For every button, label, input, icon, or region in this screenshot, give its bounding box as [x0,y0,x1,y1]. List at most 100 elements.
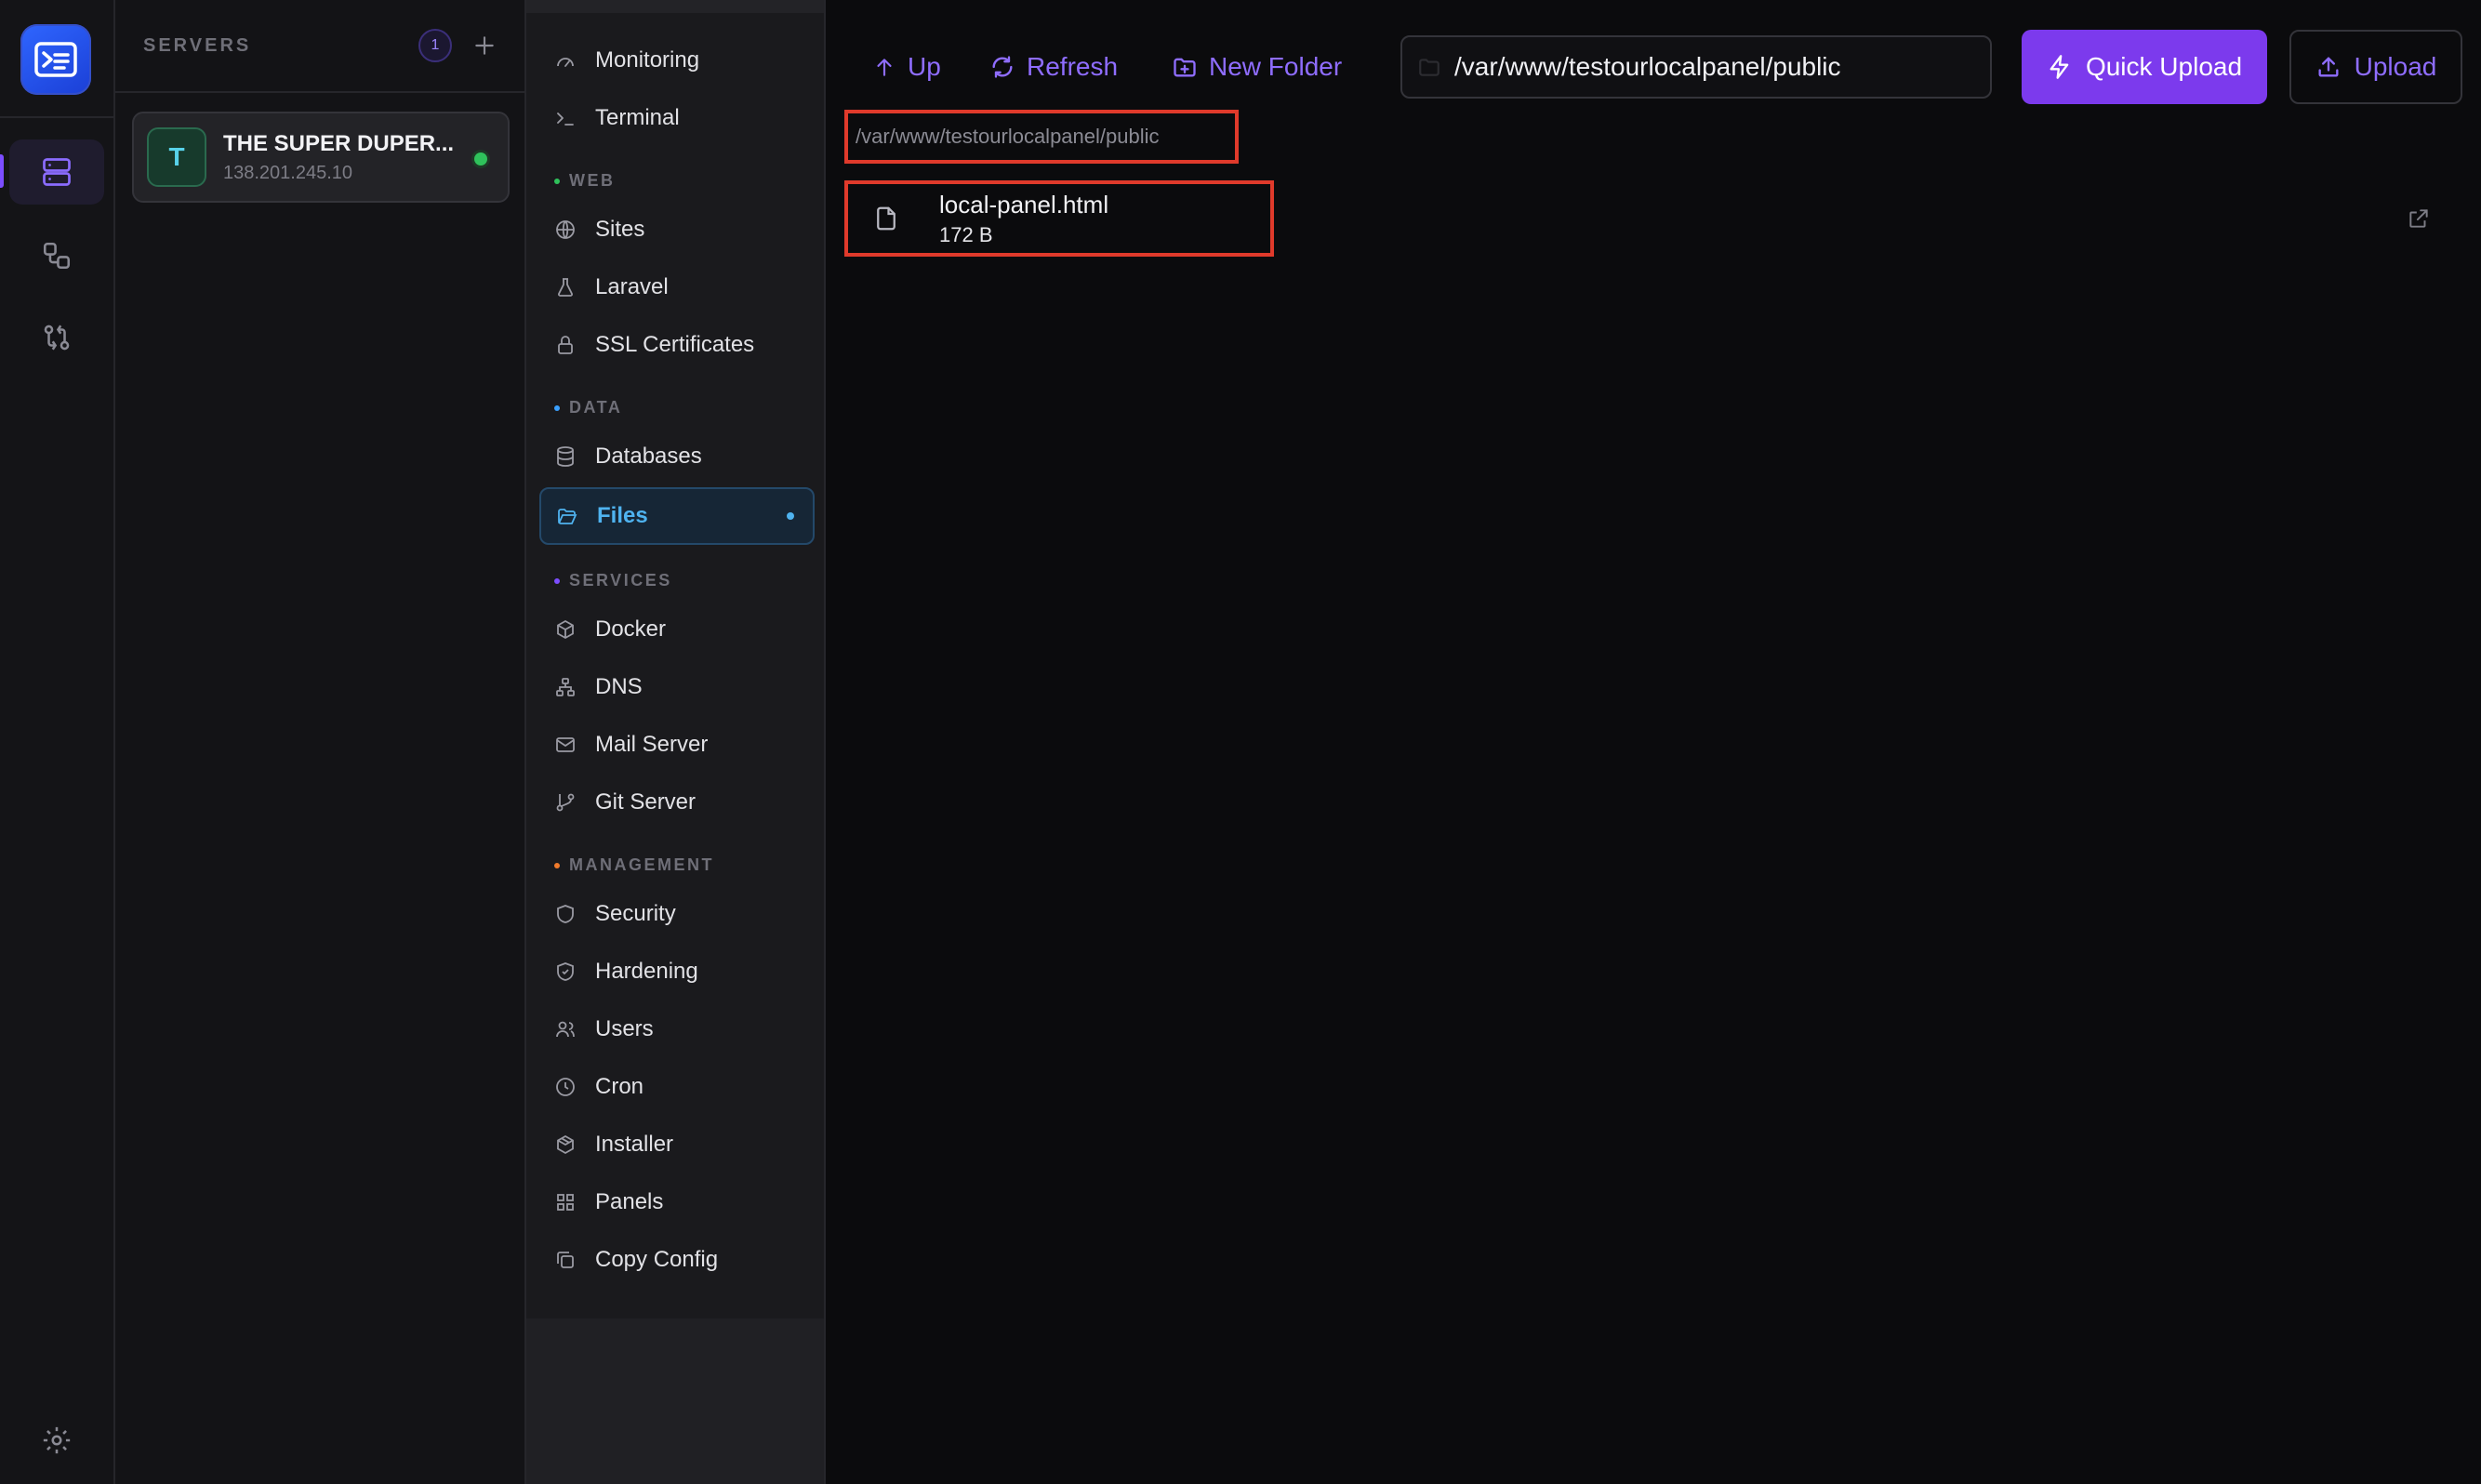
up-label: Up [908,52,941,81]
servers-header: SERVERS 1 [115,0,524,93]
nav-label: Sites [595,217,645,242]
quick-upload-button[interactable]: Quick Upload [2022,30,2267,104]
nav-label: Laravel [595,274,669,299]
new-folder-label: New Folder [1209,52,1343,81]
nav-item-security[interactable]: Security [539,887,815,941]
nav-top-strip [526,0,824,13]
breadcrumb[interactable]: /var/www/testourlocalpanel/public [844,110,1239,164]
nav-label: SSL Certificates [595,332,755,357]
nav-item-sites[interactable]: Sites [539,203,815,257]
nav-item-mail-server[interactable]: Mail Server [539,718,815,772]
folder-icon [1419,59,1440,76]
nav-item-installer[interactable]: Installer [539,1118,815,1172]
external-link-icon [2409,209,2428,228]
section-title: DATA [569,398,623,417]
arrow-up-icon [877,59,892,76]
quick-upload-label: Quick Upload [2085,52,2243,81]
section-title: WEB [569,171,616,190]
nav-label: Docker [595,616,667,642]
nav-item-panels[interactable]: Panels [539,1175,815,1229]
section-dot [554,862,560,868]
rail-divider [0,116,115,118]
nav-item-laravel[interactable]: Laravel [539,260,815,314]
add-server-button[interactable] [472,33,497,58]
server-stack-icon [43,158,71,186]
grid-icon [554,1191,580,1213]
box-icon [554,618,580,641]
clock-icon [554,1076,580,1098]
nav-item-files[interactable]: Files [539,487,815,545]
nav-item-docker[interactable]: Docker [539,603,815,656]
refresh-button[interactable]: Refresh [989,39,1118,95]
nav-label: Security [595,901,676,926]
gauge-icon [554,49,580,72]
servers-title: SERVERS [143,34,252,56]
users-icon [554,1018,580,1040]
nav-item-databases[interactable]: Databases [539,430,815,484]
nav-item-ssl-certificates[interactable]: SSL Certificates [539,318,815,372]
nav-item-users[interactable]: Users [539,1002,815,1056]
app-logo-icon[interactable] [20,24,91,95]
section-title: SERVICES [569,571,672,590]
rail-servers-button[interactable] [9,139,104,205]
folder-open-icon [556,505,582,527]
servers-panel: SERVERS 1 T THE SUPER DUPER... 138.201.2… [115,0,526,1484]
nav-label: DNS [595,674,643,699]
section-dot [554,178,560,184]
section-title: MANAGEMENT [569,855,714,874]
folder-plus-icon [1174,58,1196,77]
nav-label: Mail Server [595,732,709,757]
file-row[interactable]: local-panel.html 172 B [844,180,1274,257]
nav-label: Git Server [595,789,697,815]
upload-label: Upload [2354,52,2437,81]
upload-icon [2318,57,2339,77]
flask-icon [554,276,580,298]
rail-sync-button[interactable] [9,305,104,370]
nav-label: Files [597,503,648,528]
server-name: THE SUPER DUPER... [223,130,455,156]
package-icon [554,1133,580,1156]
nav-item-monitoring[interactable]: Monitoring [539,33,815,87]
open-external-button[interactable] [2407,206,2431,231]
nav-label: Databases [595,444,702,469]
plus-icon [475,36,494,55]
lightning-icon [2050,55,2069,79]
file-name: local-panel.html [939,190,1109,219]
lock-icon [554,334,580,356]
path-input-wrapper [1400,35,1992,99]
nav-section-data: DATA [554,398,622,417]
nav-section-management: MANAGEMENT [554,855,714,875]
nav-label: Users [595,1016,654,1041]
nav-item-cron[interactable]: Cron [539,1060,815,1114]
refresh-label: Refresh [1027,52,1119,81]
servers-count-badge: 1 [418,29,452,62]
nav-item-dns[interactable]: DNS [539,660,815,714]
nav-item-hardening[interactable]: Hardening [539,945,815,999]
up-button[interactable]: Up [872,39,941,95]
path-input[interactable] [1454,52,1975,82]
nav-label: Panels [595,1189,664,1214]
mail-icon [554,734,580,756]
terminal-icon [554,107,580,129]
section-dot [554,404,560,411]
rail-workflows-button[interactable] [9,223,104,288]
nav-item-terminal[interactable]: Terminal [539,91,815,145]
git-branch-icon [554,791,580,814]
nav-label: Copy Config [595,1247,719,1272]
upload-button[interactable]: Upload [2289,30,2462,104]
nav-item-git-server[interactable]: Git Server [539,775,815,829]
server-card[interactable]: T THE SUPER DUPER... 138.201.245.10 [132,112,510,203]
database-icon [554,445,580,468]
workflow-icon [43,242,71,270]
active-dot [787,512,794,520]
rail-settings-button[interactable] [9,1408,104,1473]
nav-item-copy-config[interactable]: Copy Config [539,1233,815,1287]
file-manager: Up Refresh New Folder Quick Upload Uploa… [826,0,2481,1484]
network-icon [554,676,580,698]
gear-icon [43,1426,71,1454]
copy-icon [554,1249,580,1271]
new-folder-button[interactable]: New Folder [1172,39,1342,95]
nav-label: Cron [595,1074,644,1099]
nav-label: Installer [595,1132,674,1157]
shield-check-icon [554,961,580,983]
